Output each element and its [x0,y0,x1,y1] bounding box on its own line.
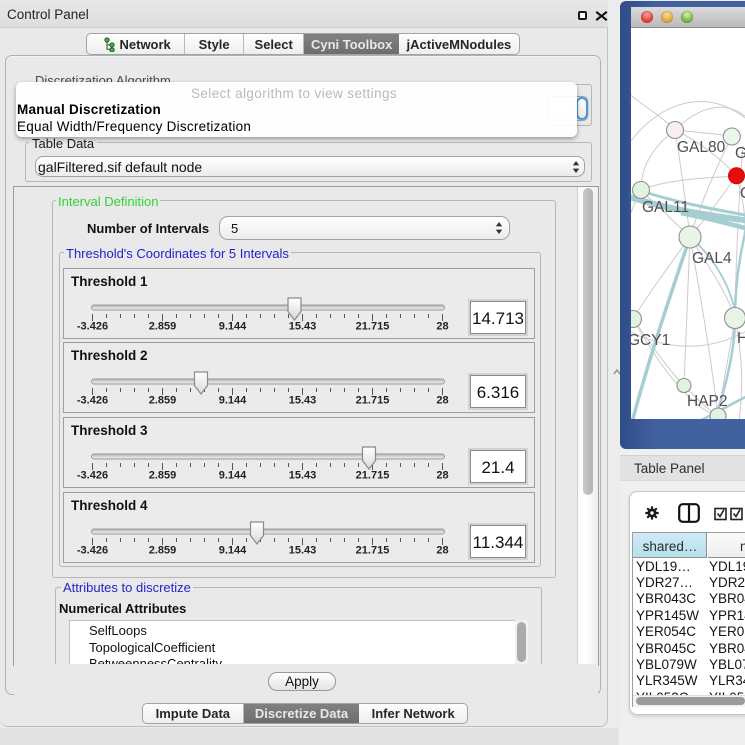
svg-text:-3.426: -3.426 [76,321,107,333]
svg-text:28: 28 [436,321,448,333]
svg-text:-3.426: -3.426 [76,470,107,482]
svg-text:15.43: 15.43 [288,470,316,482]
svg-text:2.859: 2.859 [148,395,176,407]
svg-text:15.43: 15.43 [288,545,316,557]
svg-text:28: 28 [436,395,448,407]
svg-text:H: H [737,330,745,347]
svg-text:15.43: 15.43 [288,395,316,407]
svg-text:9.144: 9.144 [218,321,246,333]
svg-text:-3.426: -3.426 [76,545,107,557]
svg-text:HAP2: HAP2 [687,393,728,410]
svg-text:21.715: 21.715 [355,321,389,333]
svg-text:GAL4: GAL4 [692,250,732,267]
svg-text:GA: GA [735,145,745,162]
svg-text:C: C [740,185,745,202]
svg-text:-3.426: -3.426 [76,395,107,407]
svg-text:2.859: 2.859 [148,545,176,557]
svg-text:21.715: 21.715 [355,395,389,407]
svg-text:2.859: 2.859 [148,470,176,482]
svg-text:9.144: 9.144 [218,470,246,482]
svg-text:28: 28 [436,545,448,557]
svg-text:28: 28 [436,470,448,482]
svg-text:21.715: 21.715 [355,545,389,557]
svg-text:9.144: 9.144 [218,545,246,557]
svg-text:2.859: 2.859 [148,321,176,333]
svg-text:21.715: 21.715 [355,470,389,482]
svg-text:GAL11: GAL11 [642,199,689,216]
svg-text:GAL80: GAL80 [677,139,726,156]
svg-text:15.43: 15.43 [288,321,316,333]
svg-text:GCY1: GCY1 [631,332,670,349]
svg-text:9.144: 9.144 [218,395,246,407]
